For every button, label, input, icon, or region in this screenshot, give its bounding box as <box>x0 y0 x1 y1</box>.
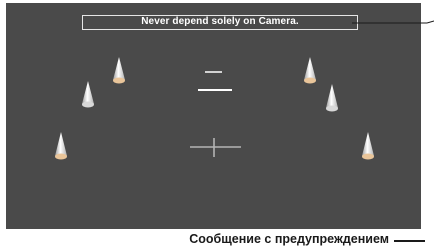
warning-message-text: Never depend solely on Camera. <box>141 16 299 27</box>
camera-display-screen: Never depend solely on Camera. <box>6 3 421 229</box>
warning-message-caption: Сообщение с предупреждением <box>189 232 389 246</box>
warning-message-box: Never depend solely on Camera. <box>82 15 358 30</box>
